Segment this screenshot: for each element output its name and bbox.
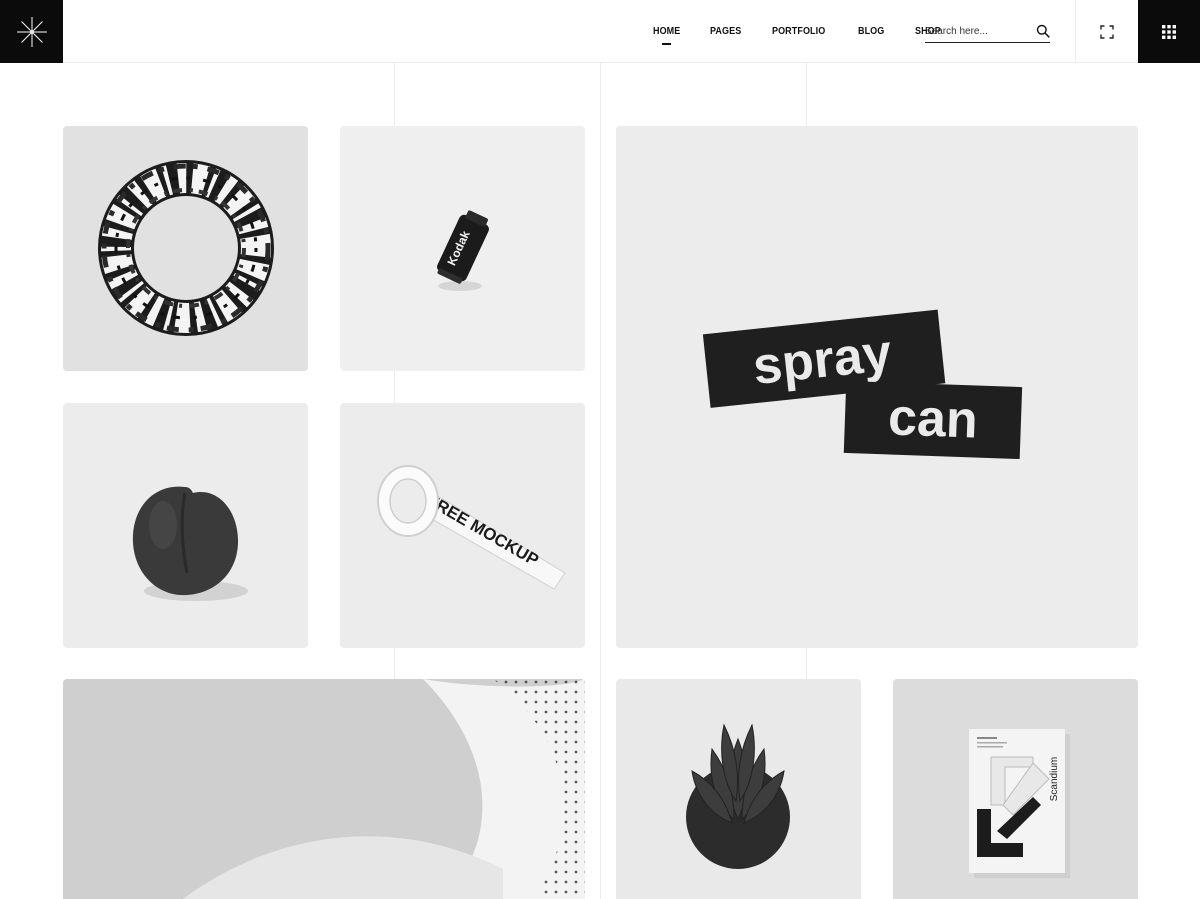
- menu-button[interactable]: [1138, 0, 1200, 63]
- scandium-poster-image: Scandium: [893, 679, 1138, 899]
- gallery-item-leaves[interactable]: [616, 679, 861, 899]
- nav-item-blog[interactable]: BLOG: [858, 26, 884, 37]
- poster-title: Scandium: [1049, 757, 1060, 801]
- site-header: HOME PAGES PORTFOLIO BLOG SHOP: [0, 0, 1200, 63]
- gallery-item-peach[interactable]: [63, 403, 308, 648]
- search-input[interactable]: [925, 21, 1030, 41]
- can-text: can: [887, 388, 979, 449]
- gallery-item-dotted-form[interactable]: [63, 679, 585, 899]
- fullscreen-icon: [1100, 24, 1114, 39]
- spray-can-image: spray can: [616, 126, 1138, 648]
- main-nav: HOME PAGES PORTFOLIO BLOG SHOP: [653, 0, 970, 63]
- fullscreen-button[interactable]: [1075, 0, 1138, 63]
- gallery-item-scandium-poster[interactable]: Scandium: [893, 679, 1138, 899]
- nav-item-pages[interactable]: PAGES: [710, 26, 741, 37]
- dotted-form-image: [63, 679, 585, 899]
- guide-line: [600, 63, 601, 899]
- search-icon[interactable]: [1036, 24, 1050, 38]
- chrome-ring-image: [63, 126, 308, 371]
- gallery-item-chrome-ring[interactable]: [63, 126, 308, 371]
- nav-item-portfolio[interactable]: PORTFOLIO: [772, 26, 825, 37]
- leaves-image: [616, 679, 861, 899]
- gallery-item-spray-can[interactable]: spray can: [616, 126, 1138, 648]
- kodak-film-image: Kodak: [340, 126, 585, 371]
- grid-menu-icon: [1162, 24, 1176, 39]
- gallery-item-tape-mockup[interactable]: FREE MOCKUP: [340, 403, 585, 648]
- nav-item-home[interactable]: HOME: [653, 26, 680, 45]
- asterisk-logo-icon: [16, 16, 47, 47]
- gallery-item-kodak-film[interactable]: Kodak: [340, 126, 585, 371]
- peach-image: [63, 403, 308, 648]
- tape-mockup-image: FREE MOCKUP: [340, 403, 585, 648]
- site-logo[interactable]: [0, 0, 63, 63]
- search-bar: [925, 21, 1050, 43]
